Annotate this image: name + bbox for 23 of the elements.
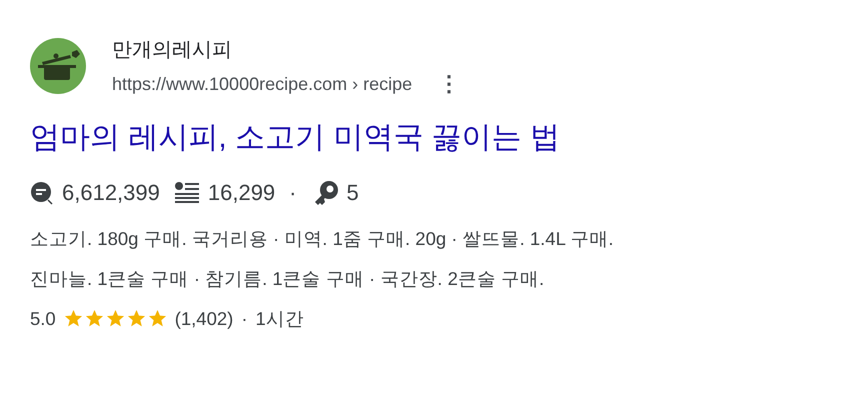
rating-count: (1,402) bbox=[174, 308, 234, 330]
star-icon bbox=[148, 309, 167, 328]
list-icon bbox=[174, 182, 200, 204]
separator-dot: · bbox=[241, 308, 248, 330]
result-title-link[interactable]: 엄마의 레시피, 소고기 미역국 끓이는 법 bbox=[30, 117, 560, 158]
scrap-count: 16,299 bbox=[208, 180, 276, 206]
separator-dot: · bbox=[289, 180, 296, 206]
ingredient-line: 진마늘. 1큰술 구매 · 참기름. 1큰술 구매 · 국간장. 2큰술 구매. bbox=[30, 267, 546, 291]
rating-score: 5.0 bbox=[30, 308, 56, 330]
review-count: 5 bbox=[346, 180, 359, 206]
more-menu-button[interactable]: ⋮ bbox=[434, 73, 464, 95]
star-icon bbox=[126, 309, 146, 328]
star-icon bbox=[64, 309, 83, 328]
cook-time: 1시간 bbox=[256, 307, 304, 331]
view-count: 6,612,399 bbox=[62, 180, 160, 206]
site-url[interactable]: https://www.10000recipe.com › recipe bbox=[112, 74, 412, 94]
pot-logo-icon bbox=[30, 38, 86, 94]
key-icon bbox=[312, 180, 338, 206]
search-icon bbox=[30, 181, 54, 205]
ingredient-line: 소고기. 180g 구매. 국거리용 · 미역. 1줌 구매. 20g · 쌀뜨물. 1.4L 구매. bbox=[30, 227, 614, 251]
site-name: 만개의레시피 bbox=[112, 38, 233, 63]
star-icon bbox=[84, 309, 104, 328]
star-icon bbox=[106, 309, 125, 328]
